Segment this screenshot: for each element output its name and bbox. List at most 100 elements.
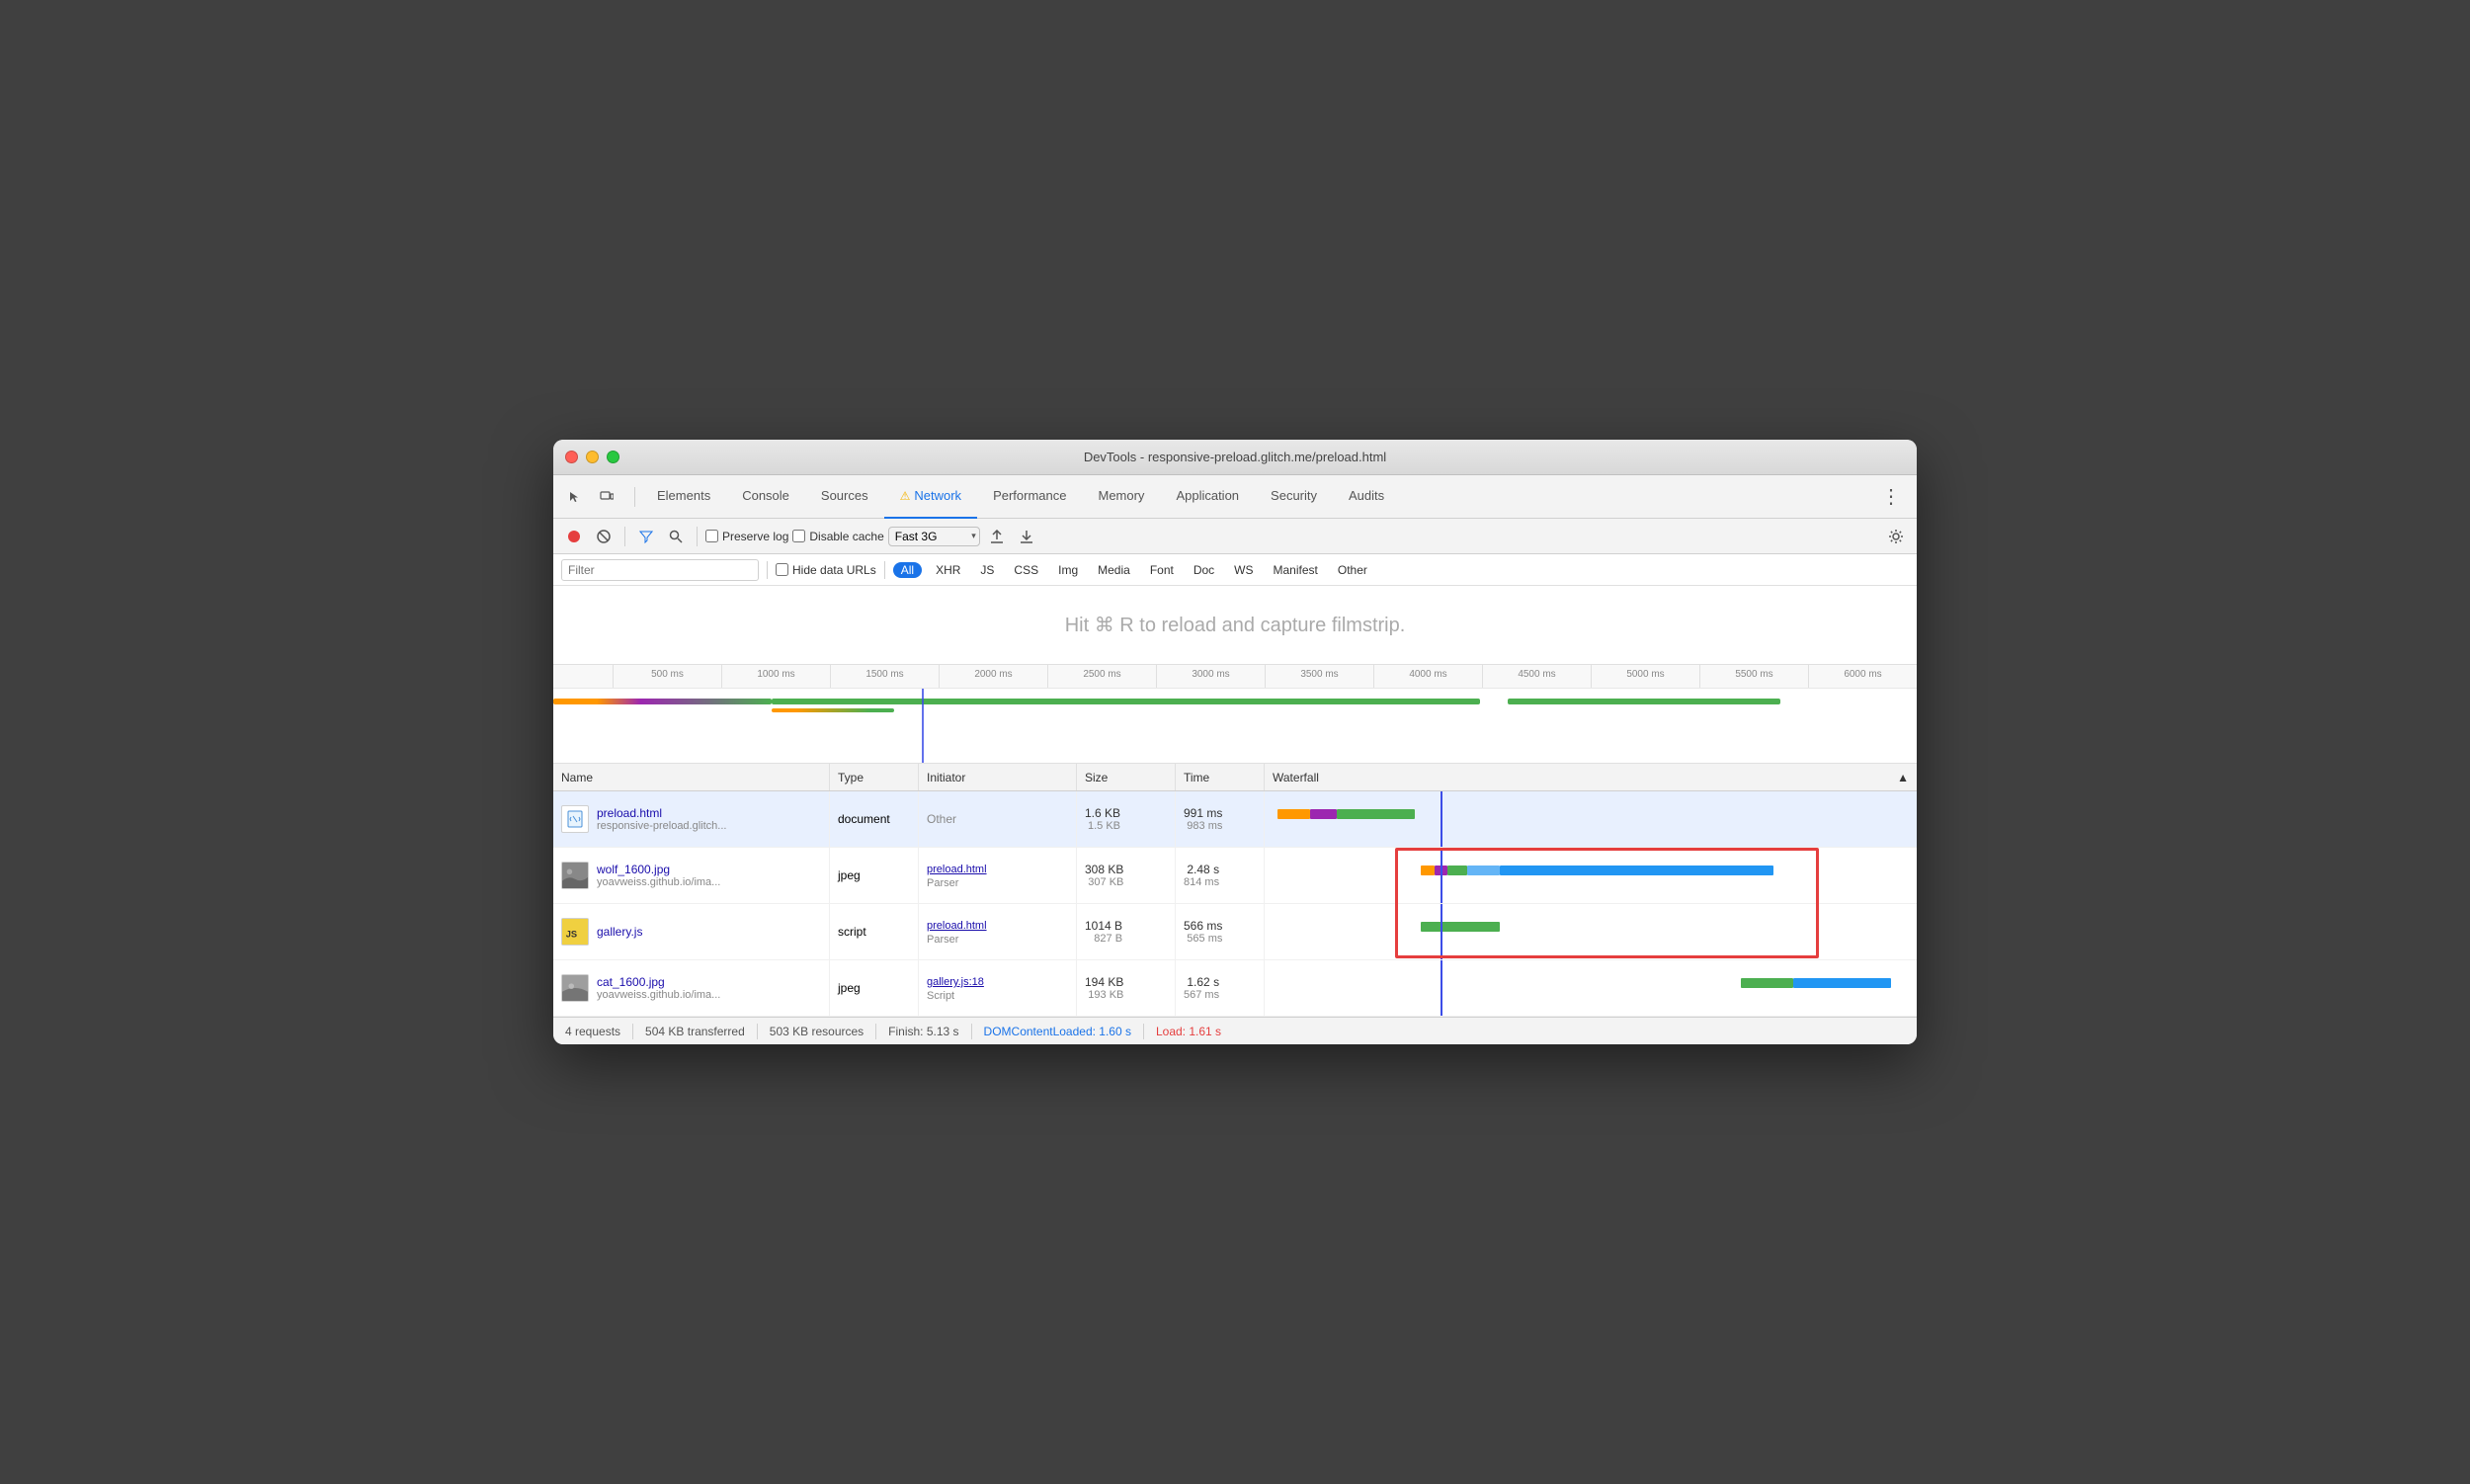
th-size[interactable]: Size (1077, 764, 1176, 790)
search-icon[interactable] (663, 524, 689, 549)
toolbar-divider-1 (624, 527, 625, 546)
table-row[interactable]: JS gallery.js script preload.html Parser (553, 904, 1917, 960)
filter-manifest[interactable]: Manifest (1268, 561, 1324, 579)
filter-ws[interactable]: WS (1228, 561, 1259, 579)
tab-memory[interactable]: Memory (1082, 475, 1160, 519)
filter-img[interactable]: Img (1052, 561, 1084, 579)
hide-data-urls-checkbox[interactable] (776, 563, 788, 576)
filter-other[interactable]: Other (1332, 561, 1373, 579)
ruler-mark-3500: 3500 ms (1265, 665, 1373, 688)
tab-sources[interactable]: Sources (805, 475, 884, 519)
filter-divider (767, 561, 768, 579)
filter-input[interactable] (561, 559, 759, 581)
file-url-4: yoavweiss.github.io/ima... (597, 989, 720, 1001)
cursor-icon[interactable] (561, 483, 589, 511)
network-table: Name Type Initiator Size Time Waterfall … (553, 764, 1917, 1017)
tab-security[interactable]: Security (1255, 475, 1333, 519)
filter-media[interactable]: Media (1092, 561, 1136, 579)
tab-performance[interactable]: Performance (977, 475, 1082, 519)
ruler-mark-1500: 1500 ms (830, 665, 939, 688)
td-type-4: jpeg (830, 960, 919, 1016)
disable-cache-label[interactable]: Disable cache (792, 530, 883, 543)
minimize-button[interactable] (586, 451, 599, 463)
title-bar: DevTools - responsive-preload.glitch.me/… (553, 440, 1917, 475)
filter-css[interactable]: CSS (1008, 561, 1044, 579)
th-type[interactable]: Type (830, 764, 919, 790)
svg-text:JS: JS (566, 930, 577, 940)
th-waterfall[interactable]: Waterfall ▲ (1265, 764, 1917, 790)
initiator-link-2[interactable]: preload.html (927, 864, 987, 875)
table-row[interactable]: wolf_1600.jpg yoavweiss.github.io/ima...… (553, 848, 1917, 904)
td-name-1: preload.html responsive-preload.glitch..… (553, 791, 830, 847)
file-icon-cat (561, 974, 589, 1002)
initiator-link-3[interactable]: preload.html (927, 920, 987, 932)
ruler-mark-5000: 5000 ms (1591, 665, 1699, 688)
clear-button[interactable] (591, 524, 617, 549)
td-type-3: script (830, 904, 919, 959)
devtools-window: DevTools - responsive-preload.glitch.me/… (553, 440, 1917, 1044)
upload-button[interactable] (984, 524, 1010, 549)
filter-type-divider (884, 561, 885, 579)
th-time[interactable]: Time (1176, 764, 1265, 790)
tab-icons (561, 483, 620, 511)
hide-data-urls-text: Hide data URLs (792, 563, 876, 577)
preserve-log-label[interactable]: Preserve log (705, 530, 788, 543)
more-tabs-button[interactable]: ⋮ (1873, 484, 1909, 509)
filter-xhr[interactable]: XHR (930, 561, 966, 579)
tab-elements[interactable]: Elements (641, 475, 726, 519)
transferred-size: 504 KB transferred (645, 1025, 745, 1038)
td-size-2: 308 KB 307 KB (1077, 848, 1176, 903)
hide-data-urls-label[interactable]: Hide data URLs (776, 563, 876, 577)
dom-content-loaded: DOMContentLoaded: 1.60 s (984, 1025, 1131, 1038)
td-type-1: document (830, 791, 919, 847)
tab-audits[interactable]: Audits (1333, 475, 1400, 519)
ruler-marks: 500 ms 1000 ms 1500 ms 2000 ms 2500 ms 3… (553, 665, 1917, 689)
ruler-mark-6000: 6000 ms (1808, 665, 1917, 688)
waterfall-label: Waterfall (1273, 771, 1319, 784)
download-button[interactable] (1014, 524, 1039, 549)
tab-console[interactable]: Console (726, 475, 805, 519)
preserve-log-text: Preserve log (722, 530, 788, 543)
file-icon-wolf (561, 862, 589, 889)
disable-cache-checkbox[interactable] (792, 530, 805, 542)
td-initiator-1: Other (919, 791, 1077, 847)
timeline-bars (553, 689, 1917, 764)
file-icon-gallery: JS (561, 918, 589, 946)
record-button[interactable] (561, 524, 587, 549)
td-waterfall-1 (1265, 791, 1917, 847)
settings-button[interactable] (1883, 524, 1909, 549)
filter-doc[interactable]: Doc (1188, 561, 1220, 579)
close-button[interactable] (565, 451, 578, 463)
device-icon[interactable] (593, 483, 620, 511)
th-name[interactable]: Name (553, 764, 830, 790)
filter-icon[interactable] (633, 524, 659, 549)
td-time-1: 991 ms 983 ms (1176, 791, 1265, 847)
td-time-3: 566 ms 565 ms (1176, 904, 1265, 959)
tab-network[interactable]: Network (884, 475, 977, 519)
preserve-log-checkbox[interactable] (705, 530, 718, 542)
td-name-2: wolf_1600.jpg yoavweiss.github.io/ima... (553, 848, 830, 903)
filmstrip-area: Hit ⌘ R to reload and capture filmstrip. (553, 586, 1917, 665)
filmstrip-message: Hit ⌘ R to reload and capture filmstrip. (1065, 613, 1406, 637)
ruler-mark-2500: 2500 ms (1047, 665, 1156, 688)
finish-time: Finish: 5.13 s (888, 1025, 958, 1038)
td-name-4: cat_1600.jpg yoavweiss.github.io/ima... (553, 960, 830, 1016)
th-initiator[interactable]: Initiator (919, 764, 1077, 790)
filter-js[interactable]: JS (974, 561, 1000, 579)
filter-font[interactable]: Font (1144, 561, 1180, 579)
table-row[interactable]: preload.html responsive-preload.glitch..… (553, 791, 1917, 848)
ruler-mark-5500: 5500 ms (1699, 665, 1808, 688)
tab-divider (634, 487, 635, 507)
load-time: Load: 1.61 s (1156, 1025, 1221, 1038)
throttle-select[interactable]: Fast 3G Slow 3G Offline No throttling (888, 527, 980, 546)
tab-application[interactable]: Application (1160, 475, 1255, 519)
initiator-link-4[interactable]: gallery.js:18 (927, 976, 984, 988)
file-name-4: cat_1600.jpg (597, 975, 720, 989)
table-row[interactable]: cat_1600.jpg yoavweiss.github.io/ima... … (553, 960, 1917, 1017)
window-title: DevTools - responsive-preload.glitch.me/… (1084, 450, 1386, 464)
maximize-button[interactable] (607, 451, 619, 463)
file-name-3: gallery.js (597, 925, 642, 939)
timeline-ruler[interactable]: 500 ms 1000 ms 1500 ms 2000 ms 2500 ms 3… (553, 665, 1917, 764)
filter-all[interactable]: All (893, 562, 922, 578)
td-initiator-2: preload.html Parser (919, 848, 1077, 903)
